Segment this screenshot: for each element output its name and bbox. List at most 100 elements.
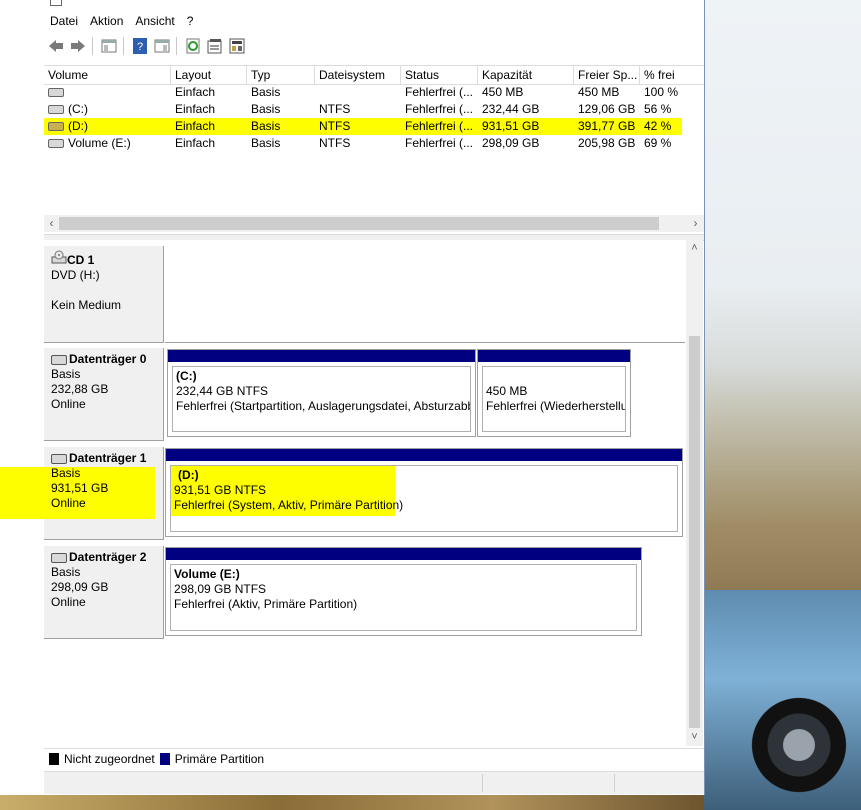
- primary-partition-bar: [168, 350, 475, 362]
- cell-volume: [44, 84, 171, 101]
- volume-row[interactable]: Volume (E:) Einfach Basis NTFS Fehlerfre…: [44, 135, 704, 152]
- cell-prozent-frei: 56 %: [644, 102, 672, 116]
- toolbar-separator: [123, 37, 124, 55]
- refresh-icon[interactable]: [183, 36, 203, 56]
- menu-help[interactable]: ?: [181, 11, 200, 31]
- properties-list-icon[interactable]: [152, 36, 172, 56]
- toolbar-separator: [176, 37, 177, 55]
- menu-datei[interactable]: Datei: [44, 11, 84, 31]
- back-arrow-icon[interactable]: [46, 36, 66, 56]
- vertical-scrollbar[interactable]: ˄ ˅: [686, 240, 703, 746]
- cell-status: Fehlerfrei (...: [405, 119, 474, 133]
- disk-state: Online: [51, 397, 86, 411]
- partition-d[interactable]: (D:) 931,51 GB NTFS Fehlerfrei (System, …: [165, 448, 683, 537]
- legend-label: Primäre Partition: [174, 752, 265, 766]
- cell-status: Fehlerfrei (...: [405, 102, 474, 116]
- forward-arrow-icon[interactable]: [68, 36, 88, 56]
- scroll-thumb[interactable]: [59, 217, 659, 230]
- disk-info-2[interactable]: Datenträger 2 Basis 298,09 GB Online: [44, 546, 164, 639]
- desktop-bottom-strip: [0, 795, 704, 810]
- partition-size: 298,09 GB NTFS: [174, 582, 267, 596]
- status-bar: [44, 771, 704, 794]
- drive-icon: [48, 88, 64, 98]
- partition-c[interactable]: (C:) 232,44 GB NTFS Fehlerfrei (Startpar…: [167, 349, 476, 437]
- partition-status: Fehlerfrei (Wiederherstellu: [486, 399, 626, 413]
- menu-aktion[interactable]: Aktion: [84, 11, 129, 31]
- col-volume[interactable]: Volume: [44, 66, 171, 84]
- car-wheel: [744, 690, 854, 800]
- partition-size: 450 MB: [486, 384, 528, 398]
- horizontal-scrollbar[interactable]: ‹ ›: [44, 215, 704, 232]
- partition-recovery[interactable]: 450 MB Fehlerfrei (Wiederherstellu: [477, 349, 631, 437]
- toolbar: ?: [44, 34, 704, 58]
- partition-details: (C:) 232,44 GB NTFS Fehlerfrei (Startpar…: [172, 366, 471, 432]
- disk-info-0[interactable]: Datenträger 0 Basis 232,88 GB Online: [44, 348, 164, 441]
- col-typ[interactable]: Typ: [247, 66, 315, 84]
- drive-icon: [48, 122, 64, 132]
- cell-layout: Einfach: [175, 136, 216, 150]
- col-dateisystem[interactable]: Dateisystem: [315, 66, 401, 84]
- hard-disk-icon: [51, 453, 67, 464]
- col-kapazitaet[interactable]: Kapazität: [478, 66, 574, 84]
- scroll-right-icon[interactable]: ›: [688, 215, 703, 232]
- disk-row-2: Datenträger 2 Basis 298,09 GB Online Vol…: [44, 546, 686, 639]
- cell-typ: Basis: [251, 102, 281, 116]
- title-bar: [44, 0, 704, 6]
- menu-bar: Datei Aktion Ansicht ?: [44, 11, 199, 31]
- disk-type: Basis: [51, 565, 81, 579]
- cell-prozent-frei: 69 %: [644, 136, 672, 150]
- cd-drive-icon: [51, 250, 67, 267]
- cell-layout: Einfach: [175, 102, 216, 116]
- col-prozent-frei[interactable]: % frei: [640, 66, 704, 84]
- disk-detail-blank: [51, 283, 163, 298]
- cell-freier-speicher: 450 MB: [578, 85, 620, 99]
- volume-name: (C:): [68, 102, 88, 116]
- cell-dateisystem: NTFS: [319, 102, 351, 116]
- partition-name: [486, 369, 625, 384]
- scroll-thumb[interactable]: [689, 336, 700, 728]
- disk-graphic-view: CD 1 DVD (H:) Kein Medium Datenträger 0 …: [0, 240, 686, 746]
- cell-status: Fehlerfrei (...: [405, 85, 474, 99]
- volume-row[interactable]: Einfach Basis Fehlerfrei (... 450 MB 450…: [44, 84, 704, 101]
- disk-row-0: Datenträger 0 Basis 232,88 GB Online (C:…: [44, 348, 686, 441]
- menu-ansicht[interactable]: Ansicht: [129, 11, 180, 31]
- disk-info-cd1[interactable]: CD 1 DVD (H:) Kein Medium: [44, 246, 164, 343]
- scroll-left-icon[interactable]: ‹: [44, 215, 59, 232]
- partition-status: Fehlerfrei (System, Aktiv, Primäre Parti…: [174, 498, 404, 512]
- partition-details: 450 MB Fehlerfrei (Wiederherstellu: [482, 366, 626, 432]
- cell-freier-speicher: 391,77 GB: [578, 119, 636, 133]
- partition-e[interactable]: Volume (E:) 298,09 GB NTFS Fehlerfrei (A…: [165, 547, 642, 636]
- scroll-down-icon[interactable]: ˅: [686, 729, 703, 746]
- disk-management-window: Datei Aktion Ansicht ? ? Volume Layout T…: [0, 0, 705, 795]
- disk-detail: Kein Medium: [51, 298, 122, 312]
- console-tree-icon[interactable]: [99, 36, 119, 56]
- rescan-disks-icon[interactable]: [227, 36, 247, 56]
- cell-prozent-frei: 100 %: [644, 85, 679, 99]
- drive-icon: [48, 139, 64, 149]
- volume-row[interactable]: (C:) Einfach Basis NTFS Fehlerfrei (... …: [44, 101, 704, 118]
- cell-dateisystem: NTFS: [319, 119, 351, 133]
- disk-size: 232,88 GB: [51, 382, 109, 396]
- disk-type: Basis: [51, 367, 81, 381]
- cell-typ: Basis: [251, 136, 281, 150]
- cell-volume: (C:): [44, 101, 171, 118]
- primary-partition-bar: [166, 449, 682, 461]
- volume-name: (D:): [68, 119, 88, 133]
- legend: Nicht zugeordnet Primäre Partition: [44, 748, 704, 769]
- volume-row-highlighted[interactable]: (D:) Einfach Basis NTFS Fehlerfrei (... …: [44, 118, 682, 135]
- partition-name: (C:): [176, 369, 197, 383]
- disk-name: Datenträger 1: [69, 451, 147, 465]
- help-icon[interactable]: ?: [130, 36, 150, 56]
- disk-info-1[interactable]: Datenträger 1 Basis 931,51 GB Online: [0, 447, 164, 540]
- col-freier-speicher[interactable]: Freier Sp...: [574, 66, 640, 84]
- properties-icon[interactable]: [205, 36, 225, 56]
- disk-name: Datenträger 0: [69, 352, 147, 366]
- disk-name: Datenträger 2: [69, 550, 147, 564]
- col-status[interactable]: Status: [401, 66, 478, 84]
- partition-status: Fehlerfrei (Startpartition, Auslagerungs…: [176, 399, 471, 413]
- col-layout[interactable]: Layout: [171, 66, 247, 84]
- scroll-up-icon[interactable]: ˄: [686, 240, 703, 257]
- cell-typ: Basis: [251, 119, 281, 133]
- cell-kapazitaet: 298,09 GB: [482, 136, 540, 150]
- partition-size: 931,51 GB NTFS: [174, 483, 267, 497]
